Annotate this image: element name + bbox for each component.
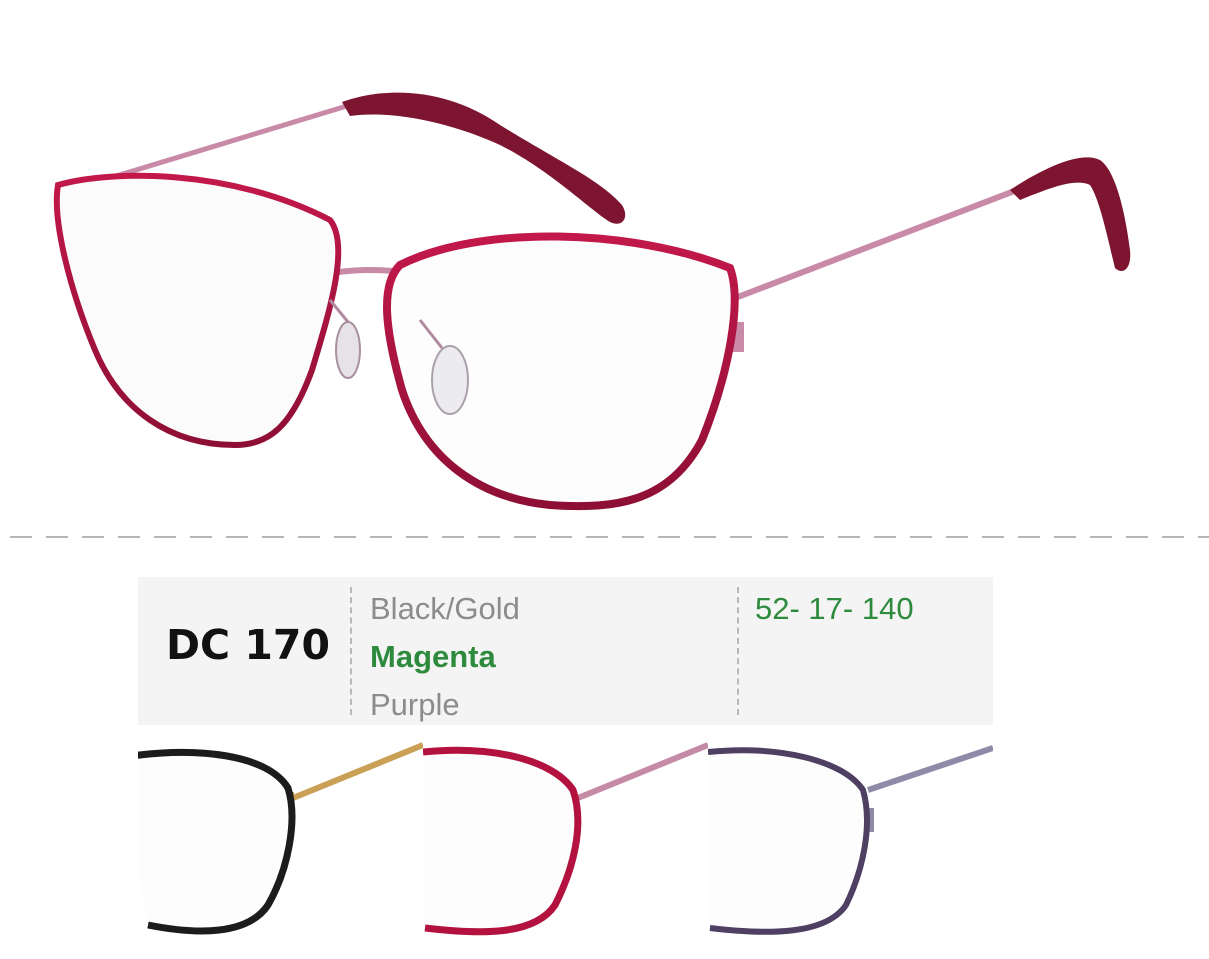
frame-size: 52- 17- 140 (755, 591, 914, 626)
right-nose-pad (431, 345, 469, 415)
temple-arm (571, 742, 708, 803)
product-info-panel: DC 170 Black/Gold Magenta Purple 52- 17-… (138, 577, 993, 725)
purple-glasses-image (708, 745, 993, 935)
left-lens-rim (53, 172, 342, 449)
temple-arm (286, 742, 423, 803)
glasses-illustration (53, 92, 1131, 511)
left-nose-pad (335, 321, 361, 379)
model-name: DC 170 (166, 621, 330, 669)
near-temple-arm (728, 182, 1032, 303)
hero-product-image (30, 50, 1170, 530)
lens-rim (708, 747, 870, 935)
lens-rim (423, 746, 582, 936)
thumbnail-magenta[interactable] (423, 740, 708, 940)
color-option-selected[interactable]: Magenta (370, 633, 520, 681)
column-separator (737, 587, 739, 715)
far-temple-tip (342, 92, 626, 224)
temple-arm (867, 745, 993, 793)
color-options-list: Black/Gold Magenta Purple (370, 585, 520, 729)
dashed-divider (10, 536, 1209, 538)
magenta-glasses-image (423, 742, 708, 936)
column-separator (350, 587, 352, 715)
black-gold-glasses-image (138, 742, 423, 935)
thumbnail-purple[interactable] (708, 740, 993, 940)
color-option[interactable]: Black/Gold (370, 585, 520, 633)
near-temple-tip (1010, 157, 1131, 271)
left-pad-arm (328, 299, 350, 323)
lens-rim (138, 748, 296, 935)
thumbnail-black-gold[interactable] (138, 740, 423, 940)
color-option[interactable]: Purple (370, 681, 520, 729)
